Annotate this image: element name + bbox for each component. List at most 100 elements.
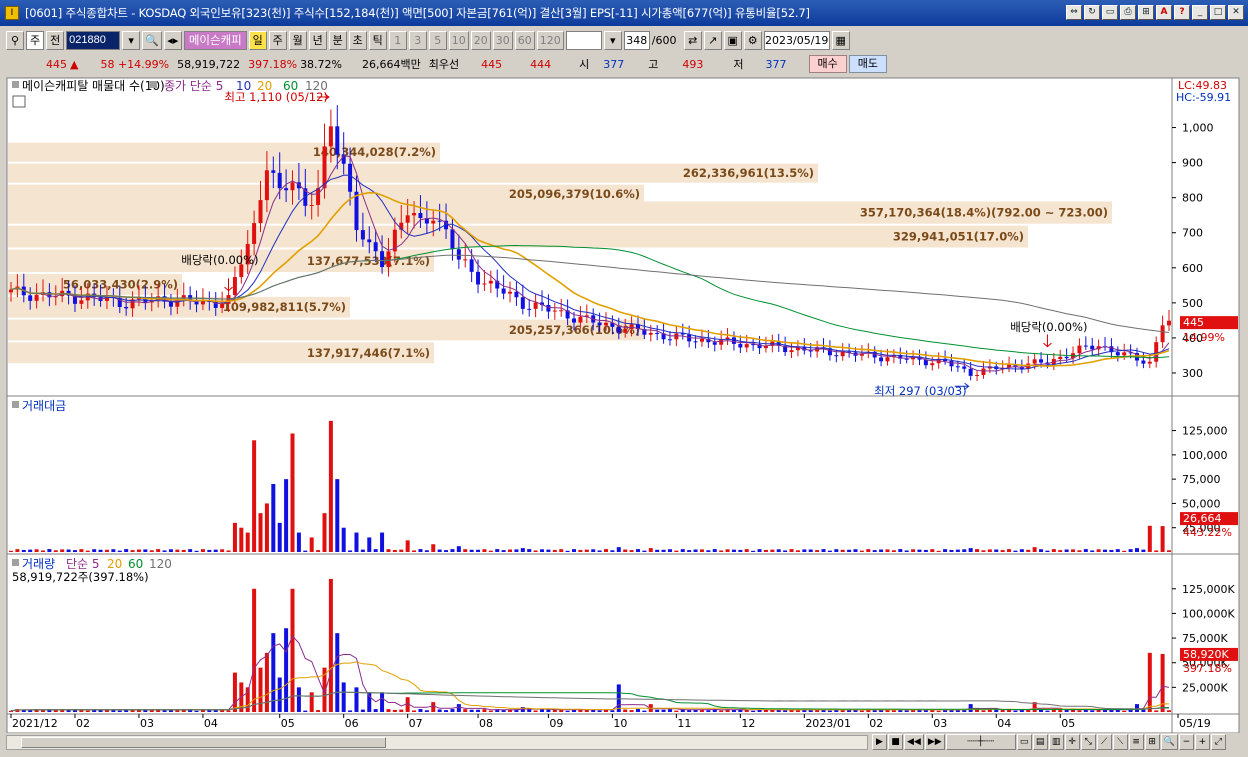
volume-bar — [28, 549, 33, 552]
maximize-icon[interactable]: □ — [1210, 5, 1226, 20]
candle-body — [309, 204, 314, 206]
tool-icon-4[interactable]: ⊞ — [1144, 734, 1160, 750]
volume-bar — [188, 549, 193, 552]
volume-bar — [232, 522, 237, 552]
speaker-icon[interactable]: ◂▸ — [163, 30, 182, 50]
price-tick-label: 900 — [1182, 157, 1203, 170]
pin-icon[interactable]: ⊞ — [1138, 5, 1154, 20]
period-year[interactable]: 년 — [308, 30, 327, 50]
volume-bar — [565, 710, 570, 712]
market-select[interactable]: 주 — [26, 30, 45, 50]
expand-icon[interactable]: ⤢ — [1210, 734, 1226, 750]
volume-bar — [1090, 710, 1095, 712]
interval-custom-input[interactable] — [565, 30, 602, 50]
help-icon[interactable]: ? — [1174, 5, 1190, 20]
settings-icon[interactable]: ⚙ — [743, 30, 762, 50]
play-icon[interactable]: ▶ — [872, 734, 887, 750]
font-icon[interactable]: A — [1156, 5, 1172, 20]
sell-button[interactable]: 매도 — [848, 55, 887, 73]
volume-bar — [1160, 526, 1165, 552]
volume-bar — [1147, 652, 1152, 712]
cursor-icon[interactable]: ✛ — [1064, 734, 1080, 750]
volume-bar — [418, 709, 423, 712]
count-input[interactable]: 348 — [623, 30, 650, 50]
volume-bar — [488, 550, 493, 552]
high-annotation: 최고 1,110 (05/12) — [224, 90, 328, 104]
layout-icon-1[interactable]: ▭ — [1016, 734, 1032, 750]
scroll-thumb[interactable] — [21, 737, 386, 748]
volume-bar — [866, 549, 871, 552]
trend-icon[interactable]: ↗ — [703, 30, 722, 50]
period-day[interactable]: 일 — [248, 30, 267, 50]
tool-icon-3[interactable]: ≡ — [1128, 734, 1144, 750]
interval-5[interactable]: 5 — [428, 30, 447, 50]
volume-legend-item: 20 — [107, 557, 122, 571]
volume-bar — [815, 550, 820, 552]
stock-chart[interactable]: 140,344,028(7.2%)262,336,961(13.5%)205,0… — [0, 76, 1248, 733]
candle-body — [220, 303, 225, 308]
period-minute[interactable]: 분 — [328, 30, 347, 50]
calendar-icon[interactable]: ▦ — [831, 30, 850, 50]
pane-marker-icon — [150, 81, 157, 88]
zoom-slider-icon[interactable]: ┄┄┼┄┄ — [945, 734, 1016, 750]
stock-name-label[interactable]: 메이슨캐피 — [183, 30, 247, 50]
indicator-icon[interactable]: ⇄ — [683, 30, 702, 50]
minimize-icon[interactable]: _ — [1192, 5, 1208, 20]
period-second[interactable]: 초 — [348, 30, 367, 50]
close-icon[interactable]: ✕ — [1228, 5, 1244, 20]
volume-bar — [1135, 548, 1140, 552]
link-icon[interactable]: ⇔ — [1066, 5, 1082, 20]
volume-bar — [1096, 549, 1101, 552]
period-month[interactable]: 월 — [288, 30, 307, 50]
magnifier-icon[interactable]: 🔍 — [142, 30, 162, 50]
volume-bar — [751, 550, 756, 552]
shrink-icon[interactable]: ⤡ — [1080, 734, 1096, 750]
save-icon[interactable]: ▣ — [723, 30, 742, 50]
volume-bar — [220, 549, 225, 552]
zoom-in-icon[interactable]: + — [1194, 734, 1210, 750]
fast-forward-icon[interactable]: ▶▶ — [924, 734, 945, 750]
volume-bar — [348, 710, 353, 712]
volume-bar — [40, 550, 45, 552]
zoom-icon[interactable]: 🔍 — [1160, 734, 1178, 750]
interval-30[interactable]: 30 — [492, 30, 513, 50]
code-dropdown-icon[interactable]: ▾ — [122, 30, 141, 50]
candle-body — [693, 341, 698, 343]
buy-button[interactable]: 매수 — [808, 55, 847, 73]
tool-icon-1[interactable]: ⟋ — [1096, 734, 1112, 750]
interval-120[interactable]: 120 — [536, 30, 564, 50]
print-icon[interactable]: ⎙ — [1120, 5, 1136, 20]
date-input[interactable]: 2023/05/19 — [763, 30, 830, 50]
interval-10[interactable]: 10 — [448, 30, 469, 50]
prev-button[interactable]: 전 — [46, 30, 65, 50]
volume-bar — [476, 549, 481, 552]
volume-bar — [1000, 550, 1005, 552]
price-change: 58 +14.99% — [100, 57, 170, 71]
stock-code-input[interactable] — [66, 30, 121, 50]
stop-icon[interactable]: ■ — [888, 734, 903, 750]
layout-icon-2[interactable]: ▤ — [1032, 734, 1048, 750]
tool-icon-2[interactable]: ⟍ — [1112, 734, 1128, 750]
volume-bar — [795, 710, 800, 712]
period-week[interactable]: 주 — [268, 30, 287, 50]
volume-bar — [309, 537, 314, 552]
volume-bar — [405, 540, 410, 552]
refresh-icon[interactable]: ↻ — [1084, 5, 1100, 20]
interval-3[interactable]: 3 — [408, 30, 427, 50]
interval-60[interactable]: 60 — [514, 30, 535, 50]
stock-search-icon[interactable]: ⚲ — [6, 30, 24, 50]
period-tick[interactable]: 틱 — [368, 30, 387, 50]
zoom-out-icon[interactable]: − — [1178, 734, 1194, 750]
interval-20[interactable]: 20 — [470, 30, 491, 50]
volume-bar — [572, 549, 577, 552]
volume-bar — [386, 549, 391, 552]
interval-dropdown-icon[interactable]: ▾ — [603, 30, 622, 50]
candle-body — [335, 126, 340, 155]
layout-icon-3[interactable]: ▥ — [1048, 734, 1064, 750]
volume-bar — [431, 702, 436, 712]
volume-bar — [1026, 549, 1031, 552]
first-icon[interactable]: ◀◀ — [904, 734, 924, 750]
interval-1[interactable]: 1 — [388, 30, 407, 50]
window-icon[interactable]: ▭ — [1102, 5, 1118, 20]
chart-scrollbar[interactable] — [6, 735, 868, 750]
